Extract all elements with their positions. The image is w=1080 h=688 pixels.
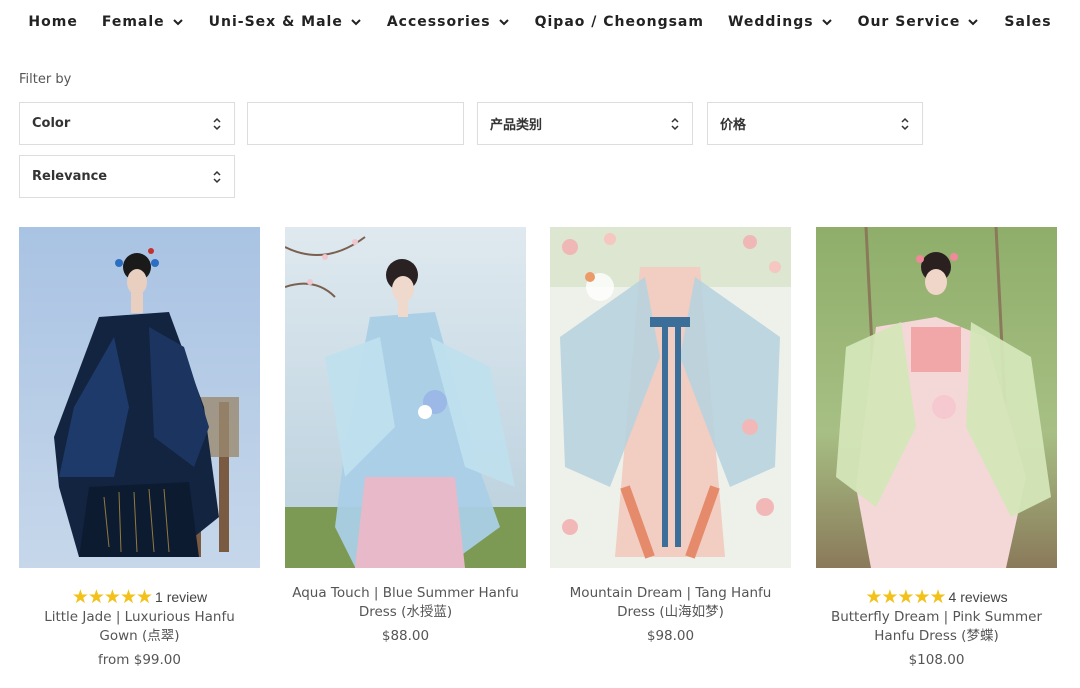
- select-arrows-icon: [212, 170, 222, 184]
- product-title[interactable]: Mountain Dream | Tang Hanfu Dress (山海如梦): [550, 584, 791, 622]
- product-price: $108.00: [908, 652, 965, 668]
- category-filter-value: 产品类别: [490, 118, 543, 133]
- color-filter-value: Color: [32, 116, 71, 131]
- category-filter-select[interactable]: 产品类别: [477, 102, 693, 145]
- nav-female[interactable]: Female: [90, 14, 197, 30]
- product-price: $88.00: [381, 628, 430, 644]
- nav-unisex-male[interactable]: Uni-Sex & Male: [197, 14, 375, 30]
- nav-sales[interactable]: Sales: [992, 14, 1063, 30]
- nav-unisex-male-label: Uni-Sex & Male: [208, 14, 343, 30]
- product-photo-tang-dress[interactable]: [550, 227, 791, 568]
- nav-sales-label: Sales: [1004, 14, 1052, 30]
- filter-by-label: Filter by: [19, 72, 72, 87]
- product-card[interactable]: Aqua Touch | Blue Summer Hanfu Dress (水授…: [285, 227, 526, 644]
- sort-select[interactable]: Relevance: [19, 155, 235, 198]
- blank-filter-select[interactable]: [247, 102, 464, 145]
- select-arrows-icon: [900, 117, 910, 131]
- review-count[interactable]: 1 review: [155, 589, 207, 605]
- product-photo-pink-dress[interactable]: [816, 227, 1057, 568]
- chevron-down-icon: [966, 15, 980, 29]
- product-photo-blue-dress[interactable]: [285, 227, 526, 568]
- product-price: from $99.00: [98, 652, 181, 668]
- review-count[interactable]: 4 reviews: [949, 589, 1008, 605]
- star-icon: ★★★★★: [865, 586, 946, 608]
- product-card[interactable]: ★★★★★ 1 review Little Jade | Luxurious H…: [19, 227, 260, 668]
- chevron-down-icon: [820, 15, 834, 29]
- select-arrows-icon: [670, 117, 680, 131]
- nav-our-service[interactable]: Our Service: [846, 14, 993, 30]
- nav-weddings[interactable]: Weddings: [716, 14, 846, 30]
- sort-value: Relevance: [32, 169, 108, 184]
- chevron-down-icon: [171, 15, 185, 29]
- chevron-down-icon: [349, 15, 363, 29]
- rating-stars: ★★★★★ 1 review: [19, 587, 260, 607]
- product-title[interactable]: Aqua Touch | Blue Summer Hanfu Dress (水授…: [285, 584, 526, 622]
- nav-accessories-label: Accessories: [386, 14, 491, 30]
- nav-home-label: Home: [28, 14, 78, 30]
- nav-our-service-label: Our Service: [857, 14, 961, 30]
- rating-stars: ★★★★★ 4 reviews: [816, 587, 1057, 607]
- product-card[interactable]: ★★★★★ 4 reviews Butterfly Dream | Pink S…: [816, 227, 1057, 668]
- product-price: $98.00: [646, 628, 695, 644]
- color-filter-select[interactable]: Color: [19, 102, 235, 145]
- nav-accessories[interactable]: Accessories: [375, 14, 523, 30]
- nav-qipao-label: Qipao / Cheongsam: [534, 14, 704, 30]
- nav-qipao[interactable]: Qipao / Cheongsam: [523, 14, 716, 30]
- chevron-down-icon: [497, 15, 511, 29]
- nav-weddings-label: Weddings: [727, 14, 814, 30]
- nav-home[interactable]: Home: [16, 14, 89, 30]
- nav-female-label: Female: [101, 14, 165, 30]
- product-photo-dark-blue-gown[interactable]: [19, 227, 260, 568]
- star-icon: ★★★★★: [71, 586, 153, 608]
- select-arrows-icon: [212, 117, 222, 131]
- price-filter-select[interactable]: 价格: [707, 102, 923, 145]
- main-nav: Home Female Uni-Sex & Male Accessories Q…: [0, 0, 1080, 44]
- price-filter-value: 价格: [720, 118, 747, 133]
- product-title[interactable]: Butterfly Dream | Pink Summer Hanfu Dres…: [816, 608, 1057, 646]
- product-card[interactable]: Mountain Dream | Tang Hanfu Dress (山海如梦)…: [550, 227, 791, 644]
- product-title[interactable]: Little Jade | Luxurious Hanfu Gown (点翠): [19, 608, 260, 646]
